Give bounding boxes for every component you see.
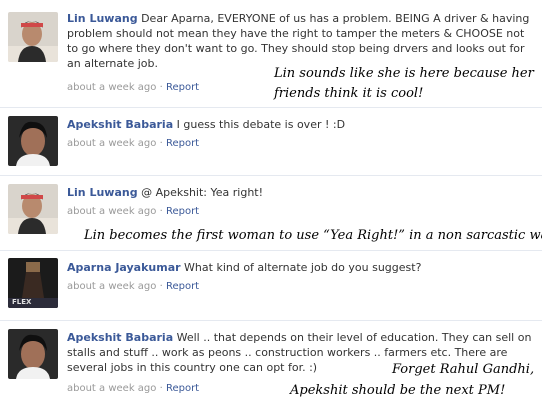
author-link[interactable]: Lin Luwang	[67, 186, 138, 199]
separator: ·	[159, 281, 163, 292]
author-link[interactable]: Aparna Jayakumar	[67, 261, 181, 274]
separator: ·	[159, 206, 163, 217]
annotation-text: Lin becomes the first woman to use “Yea …	[84, 228, 542, 243]
comment-5: Apekshit Babaria Well .. that depends on…	[0, 321, 542, 402]
report-link[interactable]: Report	[166, 82, 199, 93]
comment-meta: about a week ago · Report	[67, 206, 199, 217]
comment-body: Lin Luwang @ Apekshit: Yea right!	[67, 185, 536, 200]
annotation-text: Apekshit should be the next PM!	[290, 383, 506, 398]
timestamp: about a week ago	[67, 383, 157, 394]
comment-1: Lin Luwang Dear Aparna, EVERYONE of us h…	[0, 0, 542, 108]
comment-meta: about a week ago · Report	[67, 82, 199, 93]
timestamp: about a week ago	[67, 82, 157, 93]
comment-meta: about a week ago · Report	[67, 281, 199, 292]
timestamp: about a week ago	[67, 206, 157, 217]
comment-body: Aparna Jayakumar What kind of alternate …	[67, 260, 536, 275]
annotation-text: Forget Rahul Gandhi,	[392, 362, 535, 377]
annotation-text: Lin sounds like she is here because her	[274, 66, 534, 81]
avatar-badge: FLEX	[12, 298, 32, 306]
comment-text: What kind of alternate job do you sugges…	[184, 261, 422, 274]
comment-text: @ Apekshit: Yea right!	[141, 186, 264, 199]
report-link[interactable]: Report	[166, 206, 199, 217]
comment-3: Lin Luwang @ Apekshit: Yea right! about …	[0, 176, 542, 251]
author-link[interactable]: Lin Luwang	[67, 12, 138, 25]
avatar-apekshit-babaria[interactable]	[8, 116, 58, 166]
timestamp: about a week ago	[67, 281, 157, 292]
report-link[interactable]: Report	[166, 281, 199, 292]
annotation-text: friends think it is cool!	[274, 86, 424, 101]
avatar-apekshit-babaria[interactable]	[8, 329, 58, 379]
separator: ·	[159, 138, 163, 149]
comment-meta: about a week ago · Report	[67, 138, 199, 149]
author-link[interactable]: Apekshit Babaria	[67, 118, 173, 131]
comment-4: FLEX Aparna Jayakumar What kind of alter…	[0, 251, 542, 321]
report-link[interactable]: Report	[166, 383, 199, 394]
comment-2: Apekshit Babaria I guess this debate is …	[0, 108, 542, 176]
avatar-aparna-jayakumar[interactable]: FLEX	[8, 258, 58, 308]
separator: ·	[159, 383, 163, 394]
comment-meta: about a week ago · Report	[67, 383, 199, 394]
report-link[interactable]: Report	[166, 138, 199, 149]
comment-body: Lin Luwang Dear Aparna, EVERYONE of us h…	[67, 11, 536, 71]
avatar-lin-luwang[interactable]	[8, 12, 58, 62]
author-link[interactable]: Apekshit Babaria	[67, 331, 173, 344]
avatar-lin-luwang[interactable]	[8, 184, 58, 234]
comment-body: Apekshit Babaria I guess this debate is …	[67, 117, 536, 132]
comment-text: I guess this debate is over ! :D	[176, 118, 346, 131]
separator: ·	[159, 82, 163, 93]
timestamp: about a week ago	[67, 138, 157, 149]
